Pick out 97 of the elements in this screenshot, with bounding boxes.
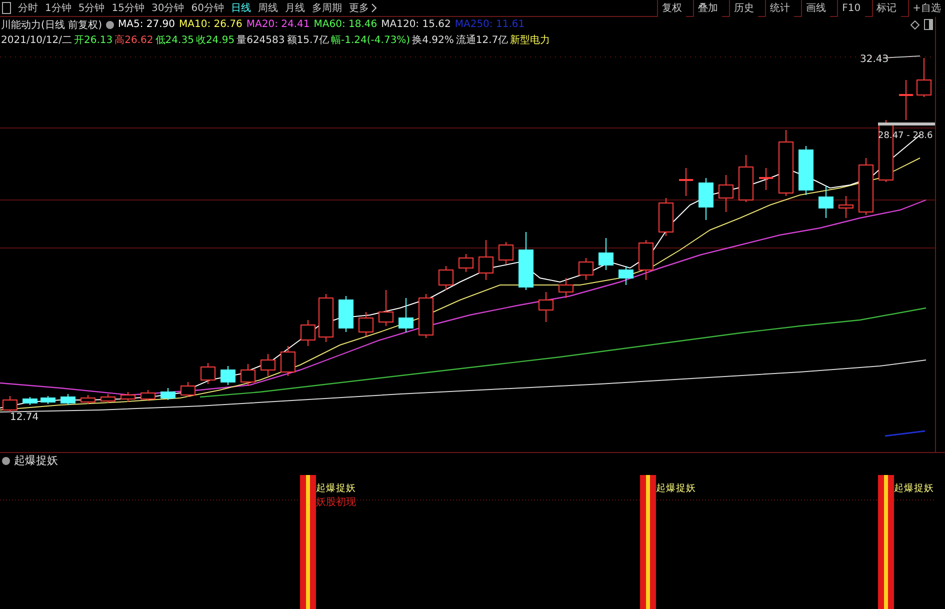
- quote-value: 量624583: [236, 34, 285, 46]
- quote-value: 流通12.7亿: [456, 34, 508, 46]
- candlestick: [618, 266, 634, 286]
- candlestick: [120, 392, 136, 402]
- candlestick: [398, 298, 414, 332]
- toolbar-button[interactable]: 复权: [657, 0, 686, 16]
- candlestick: [438, 266, 454, 290]
- moving-average-line: [884, 430, 926, 437]
- candlestick: [838, 196, 854, 218]
- high-price-label: 32.43: [860, 54, 889, 65]
- signal-note: 妖股初现: [316, 497, 356, 508]
- candlestick: [759, 168, 773, 190]
- candlestick: [2, 396, 18, 412]
- candlestick: [60, 394, 76, 406]
- candlestick: [80, 394, 96, 404]
- quote-value: 低24.35: [155, 34, 194, 46]
- candlestick: [798, 146, 814, 196]
- period-tab[interactable]: 分时: [18, 1, 38, 15]
- candlestick: [280, 346, 296, 376]
- period-tab[interactable]: 月线: [284, 1, 305, 15]
- candlestick: [300, 320, 316, 346]
- moving-average-label: MA10: 26.76: [179, 19, 242, 30]
- candlestick: [698, 178, 714, 220]
- diamond-icon[interactable]: [910, 20, 920, 30]
- candlestick: [538, 292, 554, 322]
- indicator-title: 起爆捉妖: [14, 453, 58, 468]
- candlestick: [200, 362, 216, 384]
- toolbar-button[interactable]: 历史: [729, 0, 758, 16]
- moving-average-label: MA120: 15.62: [381, 19, 451, 30]
- settings-icon[interactable]: [2, 456, 10, 464]
- toolbar-button[interactable]: 统计: [765, 0, 794, 16]
- toolbar-button[interactable]: +自选: [908, 0, 945, 16]
- candlestick: [578, 258, 594, 280]
- moving-average-label: MA60: 18.46: [314, 19, 378, 30]
- period-tab[interactable]: 1分钟: [45, 1, 72, 15]
- candlestick: [518, 232, 534, 290]
- low-price-label: 12.74: [10, 412, 39, 423]
- period-tab[interactable]: 多周期: [312, 1, 342, 15]
- candlestick: [638, 240, 654, 280]
- candlestick: [240, 364, 256, 386]
- toolbar-button[interactable]: 画线: [801, 0, 830, 16]
- candlestick: [778, 130, 794, 196]
- toolbar-button[interactable]: 叠加: [693, 0, 722, 16]
- signal-label: 起爆捉妖: [894, 483, 934, 494]
- moving-average-label: MA250: 11.61: [454, 19, 525, 30]
- candlestick: [40, 396, 56, 404]
- quote-value: 新型电力: [510, 34, 550, 46]
- candlestick: [679, 168, 693, 196]
- quote-value: 换4.92%: [412, 34, 454, 46]
- candlestick: [220, 366, 236, 386]
- candlestick: [916, 58, 932, 98]
- signal-label: 起爆捉妖: [316, 483, 356, 494]
- candlestick: [180, 382, 196, 398]
- period-tab[interactable]: 5分钟: [78, 1, 105, 15]
- moving-average-label: MA20: 24.41: [246, 19, 310, 30]
- candlestick: [338, 296, 354, 332]
- candlestick: [160, 388, 176, 400]
- candlestick: [899, 80, 913, 120]
- chevron-right-icon[interactable]: [370, 3, 377, 13]
- signal-label: 起爆捉妖: [656, 483, 696, 494]
- candlestick: [378, 290, 394, 326]
- period-tab[interactable]: 日线: [230, 1, 251, 15]
- candlestick: [718, 174, 734, 212]
- quote-value: 收24.95: [196, 34, 235, 46]
- candlestick: [318, 294, 334, 342]
- quote-value: 2021/10/12/二: [1, 34, 72, 46]
- candlestick: [458, 254, 474, 272]
- candlestick: [818, 186, 834, 218]
- period-tab[interactable]: 15分钟: [112, 1, 144, 15]
- candlestick: [558, 278, 574, 298]
- toolbar-button[interactable]: F10: [837, 0, 865, 16]
- period-tab[interactable]: 更多: [348, 1, 369, 15]
- candlestick: [418, 294, 434, 338]
- candlestick: [478, 240, 494, 280]
- candlestick: [22, 396, 38, 406]
- candlestick: [738, 154, 754, 202]
- settings-icon[interactable]: [106, 20, 114, 28]
- quote-value: 高26.62: [114, 34, 154, 46]
- stock-title: 川能动力(日线 前复权): [1, 18, 102, 32]
- quote-value: 额15.7亿: [286, 34, 330, 46]
- period-tab[interactable]: 30分钟: [151, 1, 184, 15]
- quote-value: 幅-1.24(-4.73%): [331, 34, 410, 46]
- toolbar-button[interactable]: 标记: [872, 0, 901, 16]
- moving-average-label: MA5: 27.90: [118, 19, 175, 30]
- candlestick: [658, 198, 674, 236]
- candlestick: [140, 390, 156, 402]
- candlestick: [260, 354, 276, 376]
- period-tab[interactable]: 周线: [258, 1, 278, 15]
- panel-toggle-icon[interactable]: [2, 2, 11, 14]
- candlestick: [858, 158, 874, 216]
- candlestick: [498, 242, 514, 264]
- candlestick: [598, 238, 614, 270]
- candlestick: [358, 312, 374, 336]
- period-tab[interactable]: 60分钟: [191, 1, 224, 15]
- panel-toggle-icon[interactable]: [924, 19, 933, 30]
- quote-value: 开26.13: [74, 34, 113, 46]
- candlestick: [100, 394, 116, 404]
